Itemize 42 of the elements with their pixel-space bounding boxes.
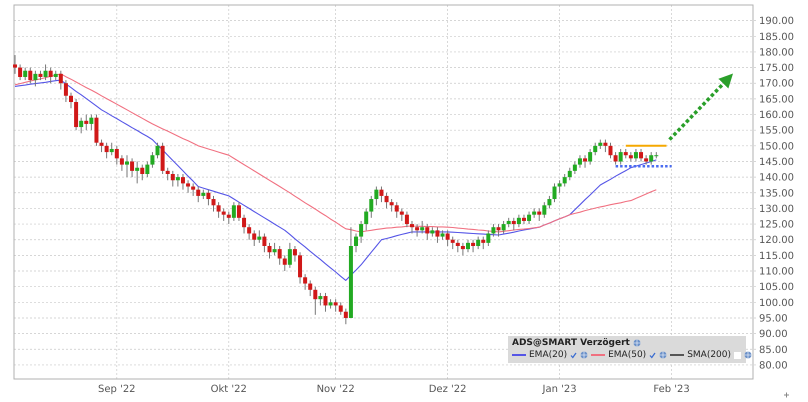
y-axis-label: 165.00: [759, 94, 794, 106]
y-axis-label: 125.00: [759, 220, 794, 231]
y-axis-label: 100.00: [759, 298, 794, 309]
legend-title: ADS@SMART Verzögert: [512, 337, 630, 349]
y-axis-label: 160.00: [759, 110, 794, 122]
x-axis-label: Nov '22: [316, 384, 355, 395]
y-axis-label: 145.00: [759, 156, 794, 168]
globe-icon[interactable]: [580, 351, 588, 359]
y-axis-label: 85.00: [759, 344, 788, 356]
globe-icon[interactable]: [632, 339, 641, 347]
y-axis-label: 80.00: [759, 360, 788, 372]
plus-icon[interactable]: [784, 392, 790, 398]
legend-label: SMA(200): [687, 349, 732, 361]
x-axis-label: Jan '23: [542, 384, 577, 395]
x-axis-label: Feb '23: [653, 384, 690, 395]
y-axis-label: 130.00: [759, 204, 794, 215]
y-axis-label: 150.00: [759, 141, 794, 152]
checkbox[interactable]: [734, 352, 742, 358]
y-axis-label: 180.00: [759, 47, 794, 58]
y-axis-label: 190.00: [759, 16, 794, 28]
y-axis-label: 95.00: [759, 313, 788, 324]
x-axis-label: Dez '22: [428, 384, 466, 395]
y-axis-label: 155.00: [759, 126, 794, 137]
y-axis-label: 140.00: [759, 172, 794, 184]
y-axis-label: 115.00: [759, 250, 794, 262]
legend-label: EMA(50): [608, 349, 646, 361]
y-axis-label: 185.00: [759, 32, 794, 43]
y-axis-label: 105.00: [759, 282, 794, 294]
x-axis-label: Okt '22: [210, 384, 247, 395]
y-axis-label: 175.00: [759, 63, 794, 74]
check-icon[interactable]: [649, 352, 656, 358]
y-axis-label: 120.00: [759, 235, 794, 246]
y-axis-label: 110.00: [759, 266, 794, 278]
globe-icon[interactable]: [744, 351, 752, 359]
y-axis-label: 135.00: [759, 188, 794, 200]
legend-label: EMA(20): [529, 349, 568, 361]
check-icon[interactable]: [570, 352, 578, 358]
y-axis-label: 170.00: [759, 78, 794, 90]
y-axis-label: 90.00: [759, 329, 788, 340]
x-axis-label: Sep '22: [98, 384, 136, 395]
globe-icon[interactable]: [659, 351, 668, 359]
trend-arrow: [668, 74, 734, 141]
